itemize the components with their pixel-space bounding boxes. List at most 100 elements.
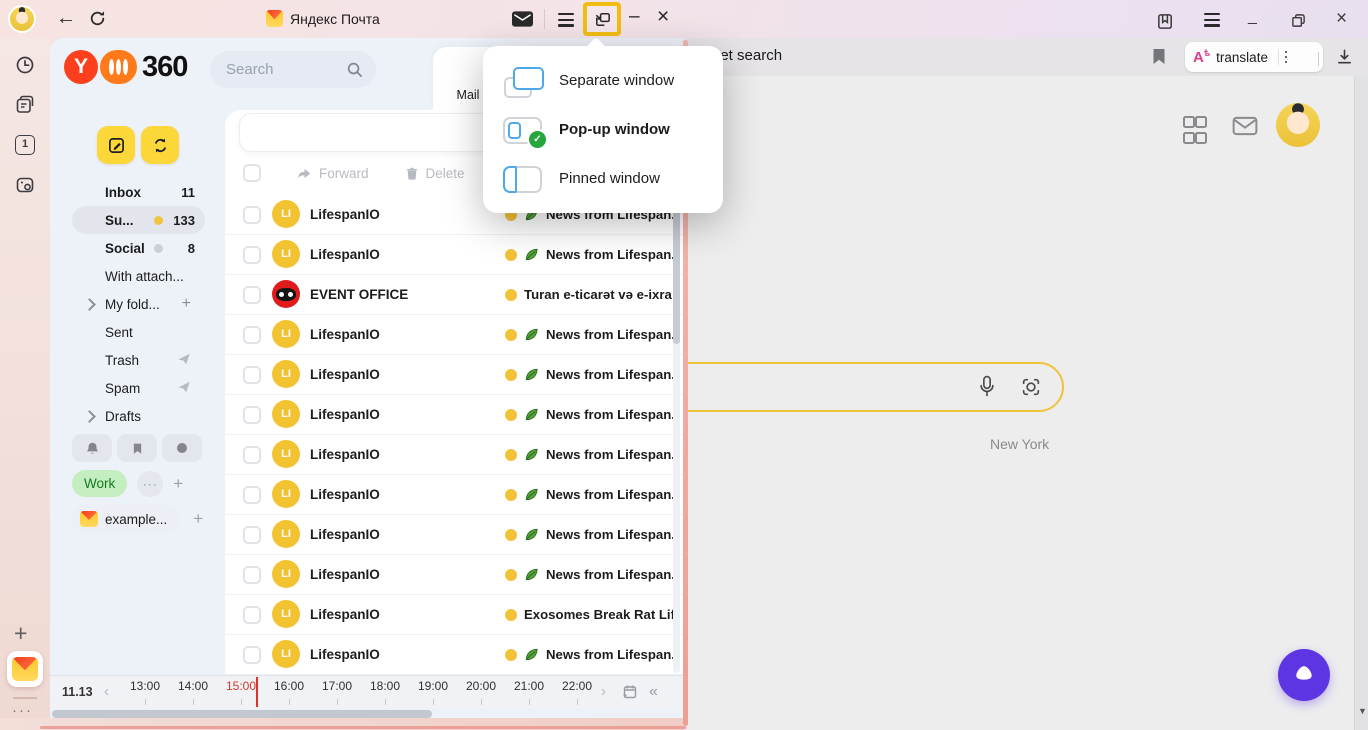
add-folder-icon[interactable]: + [182, 295, 191, 313]
sidebar-folder[interactable]: Trash [50, 346, 225, 374]
message-row[interactable]: LI LifespanIO News from Lifespan. [225, 314, 684, 354]
sweep-folder-icon[interactable] [177, 352, 191, 369]
message-row[interactable]: EVENT OFFICE Turan e-ticarət və e-ixra [225, 274, 684, 314]
horizontal-scrollbar[interactable] [52, 710, 432, 718]
rail-more-icon[interactable]: ··· [12, 702, 33, 719]
timeline-hour[interactable]: 20:00 [457, 676, 505, 708]
day-timeline[interactable]: 11.13 ‹ 13:00 14:00 [50, 675, 684, 708]
message-row[interactable]: LI LifespanIO News from Lifespan. [225, 474, 684, 514]
message-checkbox[interactable] [243, 286, 261, 304]
translate-button[interactable]: Aѣ translate [1185, 42, 1323, 72]
delete-button[interactable]: Delete [405, 166, 465, 181]
voice-search-icon[interactable] [978, 374, 996, 404]
message-row[interactable]: LI LifespanIO News from Lifespan. [225, 554, 684, 594]
mail-app-icon[interactable] [7, 651, 43, 687]
mail-search-input[interactable]: Search [210, 51, 376, 88]
back-icon[interactable]: ← [56, 7, 76, 30]
compose-button[interactable] [97, 126, 135, 164]
message-checkbox[interactable] [243, 526, 261, 544]
browser-menu-icon[interactable] [1204, 13, 1220, 27]
tag-work[interactable]: Work [72, 470, 127, 497]
timeline-hour[interactable]: 22:00 [553, 676, 592, 708]
calendar-icon[interactable] [622, 684, 638, 705]
mail-envelope-icon[interactable] [1232, 116, 1258, 141]
sidebar-folder[interactable]: Spam [50, 374, 225, 402]
location-label[interactable]: New York [990, 436, 1049, 452]
sweep-folder-icon[interactable] [177, 380, 191, 397]
chevron-right-icon[interactable] [83, 410, 96, 423]
menu-item[interactable]: ✓ Pop-up window [483, 105, 723, 154]
timeline-prev-icon[interactable]: ‹ [104, 683, 109, 700]
y360-logo[interactable]: Y 360 [64, 50, 187, 84]
profile-avatar[interactable] [8, 5, 36, 33]
message-checkbox[interactable] [243, 246, 261, 264]
dot-button[interactable] [162, 434, 202, 462]
timeline-hour[interactable]: 16:00 [265, 676, 313, 708]
message-row[interactable]: LI LifespanIO Exosomes Break Rat Lif [225, 594, 684, 634]
collapse-timeline-icon[interactable]: « [649, 683, 658, 701]
bookmarks-button[interactable] [117, 434, 157, 462]
add-tag-icon[interactable]: + [173, 474, 183, 494]
bookmarks-panel-icon[interactable] [1156, 12, 1175, 36]
menu-item[interactable]: Pinned window [483, 154, 723, 203]
alice-assistant-button[interactable] [1278, 649, 1330, 701]
window-restore-button[interactable] [1291, 13, 1306, 33]
services-grid-icon[interactable] [1183, 116, 1203, 144]
timeline-next-icon[interactable]: › [601, 683, 606, 700]
search-bar[interactable] [648, 362, 1064, 412]
message-checkbox[interactable] [243, 606, 261, 624]
message-checkbox[interactable] [243, 646, 261, 664]
message-checkbox[interactable] [243, 566, 261, 584]
message-checkbox[interactable] [243, 446, 261, 464]
message-checkbox[interactable] [243, 406, 261, 424]
sidebar-folder[interactable]: Drafts [50, 402, 225, 430]
chevron-right-icon[interactable] [83, 298, 96, 311]
translate-menu-icon[interactable] [1285, 51, 1288, 64]
scroll-down-arrow-icon[interactable]: ▼ [1358, 706, 1367, 716]
timeline-hour[interactable]: 14:00 [169, 676, 217, 708]
user-avatar[interactable] [1276, 103, 1320, 147]
message-row[interactable]: LI LifespanIO News from Lifespan. [225, 514, 684, 554]
sidebar-folder[interactable]: With attach... [50, 262, 225, 290]
timeline-hour[interactable]: 17:00 [313, 676, 361, 708]
message-checkbox[interactable] [243, 326, 261, 344]
sidebar-folder[interactable]: My fold... + [50, 290, 225, 318]
message-row[interactable]: LI LifespanIO News from Lifespan. [225, 394, 684, 434]
window-close-button[interactable]: × [1336, 8, 1347, 30]
menu-item[interactable]: Separate window [483, 56, 723, 105]
message-checkbox[interactable] [243, 366, 261, 384]
address-bar[interactable]: net search Aѣ translate [688, 38, 1368, 76]
window-minimize-button[interactable]: _ [1248, 8, 1257, 26]
refresh-mail-button[interactable] [141, 126, 179, 164]
sidebar-folder[interactable]: Su... 133 [50, 206, 225, 234]
message-checkbox[interactable] [243, 486, 261, 504]
reminders-button[interactable] [72, 434, 112, 462]
timeline-hour[interactable]: 19:00 [409, 676, 457, 708]
message-row[interactable]: LI LifespanIO News from Lifespan. [225, 434, 684, 474]
tabs-count-icon[interactable]: 1 [15, 135, 35, 155]
download-icon[interactable] [1336, 48, 1353, 70]
message-row[interactable]: LI LifespanIO News from Lifespan. [225, 634, 684, 674]
tag-more-button[interactable]: ··· [137, 471, 163, 497]
mail-menu-icon[interactable] [558, 13, 574, 27]
mail-minimize-button[interactable]: – [629, 6, 640, 28]
select-all-checkbox[interactable] [243, 164, 261, 182]
add-account-icon[interactable]: + [193, 509, 203, 529]
screenshot-icon[interactable] [15, 175, 35, 200]
message-checkbox[interactable] [243, 206, 261, 224]
notes-icon[interactable] [15, 95, 35, 120]
image-search-icon[interactable] [1020, 376, 1042, 403]
timeline-hour[interactable]: 18:00 [361, 676, 409, 708]
page-scrollbar[interactable]: ▼ [1354, 76, 1368, 730]
message-row[interactable]: LI LifespanIO News from Lifespan. [225, 234, 684, 274]
timeline-hour[interactable]: 13:00 [121, 676, 169, 708]
mail-compact-icon[interactable] [512, 11, 533, 32]
window-mode-button-highlighted[interactable] [583, 2, 621, 36]
account-switcher[interactable]: example... [72, 504, 179, 534]
message-row[interactable]: LI LifespanIO News from Lifespan. [225, 354, 684, 394]
mail-close-button[interactable]: × [657, 5, 669, 29]
sidebar-folder[interactable]: Inbox 11 [50, 178, 225, 206]
sidebar-folder[interactable]: Sent [50, 318, 225, 346]
bookmark-flag-icon[interactable] [1152, 48, 1166, 70]
refresh-icon[interactable] [88, 9, 107, 33]
